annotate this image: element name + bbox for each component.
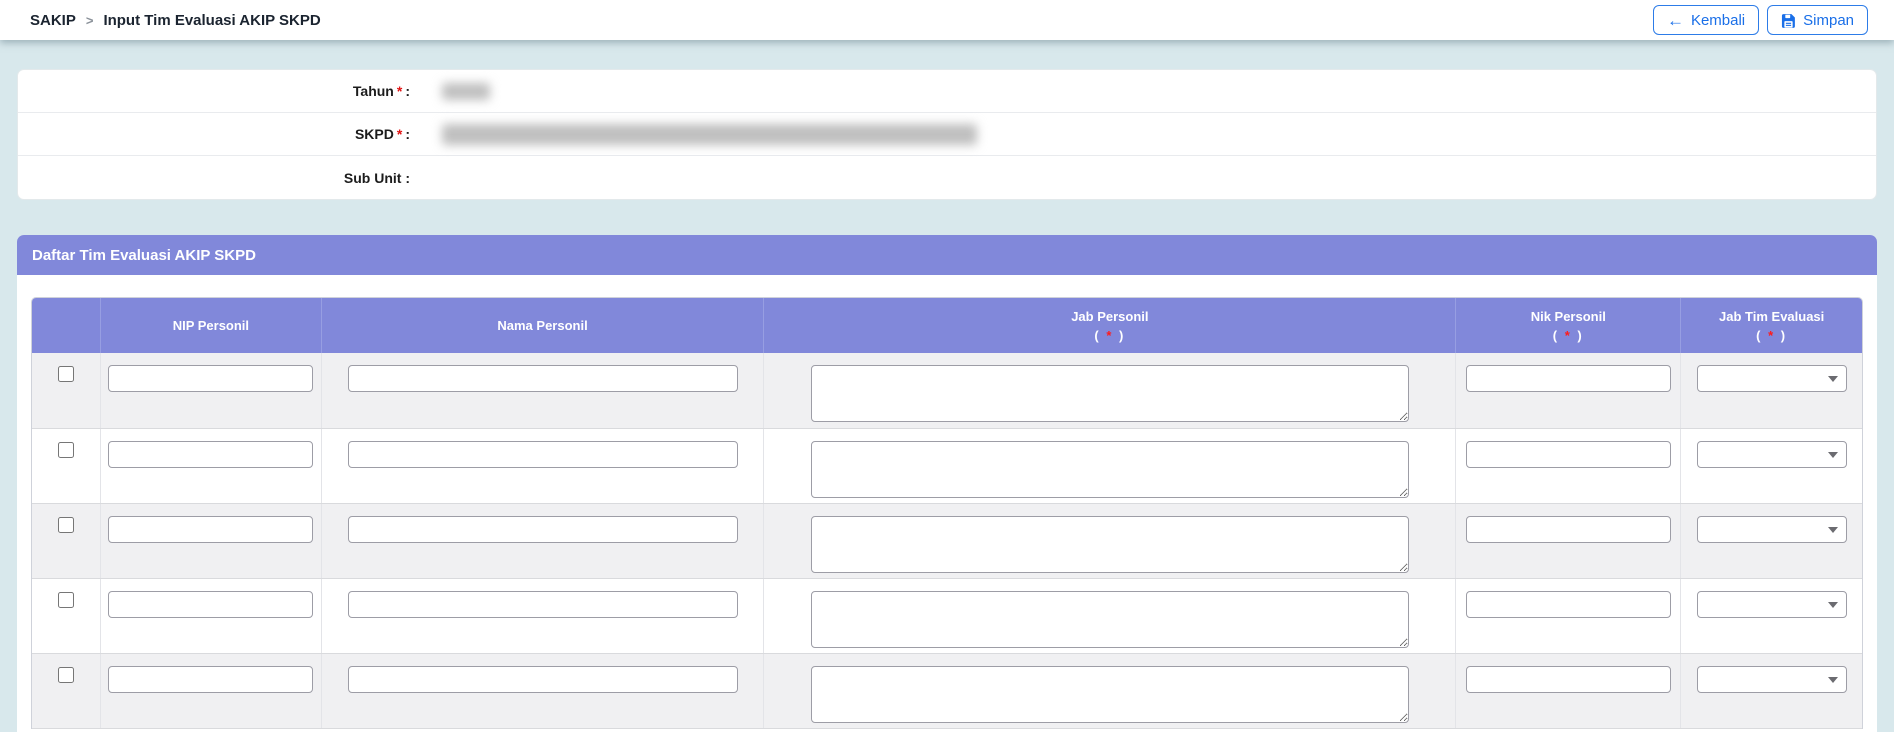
save-button-label: Simpan <box>1803 11 1854 29</box>
breadcrumb-current: Input Tim Evaluasi AKIP SKPD <box>103 11 321 29</box>
skpd-value-redacted <box>442 123 977 145</box>
table-row <box>32 578 1862 654</box>
column-header-nip-personil: NIP Personil <box>100 298 322 353</box>
row-select-checkbox[interactable] <box>58 441 75 458</box>
tahun-label: Tahun *: <box>352 83 410 99</box>
column-header-select <box>32 298 102 353</box>
jab-tim-evaluasi-select[interactable] <box>1696 515 1847 543</box>
row-select-checkbox[interactable] <box>58 666 75 683</box>
required-asterisk: * <box>1106 327 1114 343</box>
jab-personil-textarea[interactable] <box>810 440 1409 498</box>
nik-personil-input[interactable] <box>1465 440 1671 468</box>
breadcrumb-root[interactable]: SAKIP <box>30 12 76 29</box>
table-header-row: NIP Personil Nama Personil Jab Personil … <box>32 298 1862 353</box>
row-select-checkbox[interactable] <box>58 516 75 533</box>
nik-personil-input[interactable] <box>1465 515 1671 543</box>
nik-personil-input[interactable] <box>1465 365 1671 392</box>
required-asterisk: * <box>396 83 403 99</box>
breadcrumb: SAKIP > Input Tim Evaluasi AKIP SKPD <box>30 12 321 29</box>
save-icon <box>1781 13 1796 28</box>
table-row <box>32 428 1862 504</box>
jab-personil-textarea[interactable] <box>810 365 1409 422</box>
column-header-jab-personil: Jab Personil ( * ) <box>763 298 1457 353</box>
table-row <box>32 653 1862 729</box>
skpd-value <box>442 123 977 145</box>
save-button[interactable]: Simpan <box>1767 5 1868 35</box>
jab-tim-evaluasi-select[interactable] <box>1696 665 1847 693</box>
jab-personil-textarea[interactable] <box>810 665 1409 723</box>
form-row-sub-unit: Sub Unit : <box>18 156 1876 199</box>
required-asterisk: * <box>1768 327 1776 343</box>
row-select-checkbox[interactable] <box>58 366 75 382</box>
required-asterisk: * <box>396 126 403 142</box>
panel-daftar-tim-evaluasi: Daftar Tim Evaluasi AKIP SKPD NIP Person… <box>17 235 1877 732</box>
topbar: SAKIP > Input Tim Evaluasi AKIP SKPD ← K… <box>0 0 1894 40</box>
nama-personil-input[interactable] <box>347 665 738 693</box>
back-button-label: Kembali <box>1690 11 1746 29</box>
tahun-value-redacted <box>442 82 490 100</box>
table-row <box>32 503 1862 579</box>
form-row-tahun: Tahun *: <box>18 70 1876 113</box>
back-button[interactable]: ← Kembali <box>1652 5 1760 35</box>
jab-tim-evaluasi-select[interactable] <box>1696 590 1847 618</box>
nik-personil-input[interactable] <box>1465 590 1671 618</box>
nip-personil-input[interactable] <box>108 665 314 693</box>
nama-personil-input[interactable] <box>347 440 738 468</box>
form-card: Tahun *: SKPD *: Sub Unit : <box>17 69 1877 200</box>
nama-personil-input[interactable] <box>347 590 738 618</box>
table-body <box>32 353 1862 729</box>
required-asterisk: * <box>1564 327 1572 343</box>
breadcrumb-separator-icon: > <box>85 12 94 28</box>
jab-personil-textarea[interactable] <box>810 515 1409 573</box>
skpd-label: SKPD *: <box>354 126 410 142</box>
tahun-value <box>442 82 490 100</box>
topbar-actions: ← Kembali Simpan <box>1652 5 1868 35</box>
column-header-jab-tim-evaluasi: Jab Tim Evaluasi ( * ) <box>1680 298 1862 353</box>
nama-personil-input[interactable] <box>347 515 738 543</box>
nama-personil-input[interactable] <box>347 365 738 392</box>
form-row-skpd: SKPD *: <box>18 113 1876 156</box>
tim-evaluasi-table: NIP Personil Nama Personil Jab Personil … <box>31 297 1863 729</box>
nip-personil-input[interactable] <box>108 365 314 392</box>
nip-personil-input[interactable] <box>108 590 314 618</box>
nip-personil-input[interactable] <box>108 440 314 468</box>
table-row <box>32 353 1862 429</box>
row-select-checkbox[interactable] <box>58 591 75 608</box>
column-header-nama-personil: Nama Personil <box>321 298 765 353</box>
sub-unit-label: Sub Unit : <box>343 169 410 186</box>
page-content: Tahun *: SKPD *: Sub Unit : Daftar Tim Eva… <box>0 69 1894 732</box>
panel-title: Daftar Tim Evaluasi AKIP SKPD <box>17 235 1877 275</box>
column-header-nik-personil: Nik Personil ( * ) <box>1455 298 1682 353</box>
jab-personil-textarea[interactable] <box>810 590 1409 648</box>
jab-tim-evaluasi-select[interactable] <box>1696 440 1847 468</box>
nik-personil-input[interactable] <box>1465 665 1671 693</box>
jab-tim-evaluasi-select[interactable] <box>1696 365 1847 392</box>
panel-body: NIP Personil Nama Personil Jab Personil … <box>17 275 1877 729</box>
nip-personil-input[interactable] <box>108 515 314 543</box>
arrow-left-icon: ← <box>1666 10 1684 30</box>
